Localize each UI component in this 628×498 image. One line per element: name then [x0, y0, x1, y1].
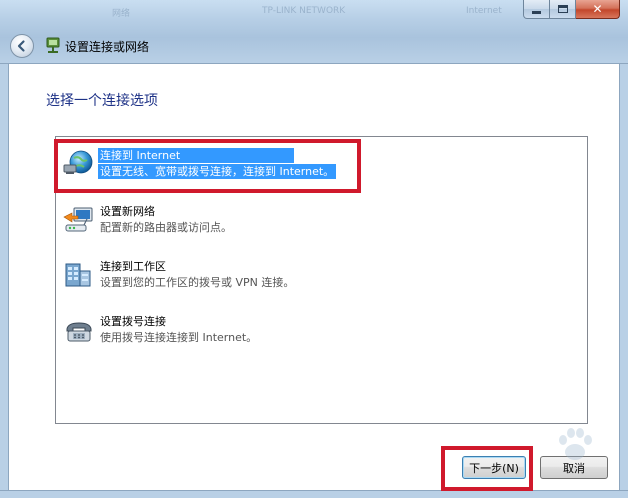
- globe-network-icon: [63, 150, 93, 174]
- option-description: 设置无线、宽带或拨号连接，连接到 Internet。: [98, 164, 337, 179]
- option-connect-internet[interactable]: 连接到 Internet 设置无线、宽带或拨号连接，连接到 Internet。: [60, 143, 360, 187]
- ghost-ssid-label: TP-LINK NETWORK: [262, 6, 346, 16]
- frame-bottom-border: [0, 490, 628, 498]
- option-connect-workplace[interactable]: 连接到工作区 设置到您的工作区的拨号或 VPN 连接。: [60, 254, 360, 298]
- ghost-network-label: 网络: [112, 9, 131, 19]
- option-title: 连接到 Internet: [98, 148, 295, 163]
- option-title: 连接到工作区: [100, 260, 166, 273]
- page-heading: 选择一个连接选项: [46, 93, 158, 109]
- router-icon: [63, 207, 93, 232]
- option-description: 设置到您的工作区的拨号或 VPN 连接。: [100, 276, 295, 289]
- workplace-building-icon: [65, 263, 91, 287]
- option-description: 配置新的路由器或访问点。: [100, 221, 232, 234]
- back-button[interactable]: [10, 34, 34, 58]
- back-arrow-icon: [17, 40, 25, 52]
- next-button[interactable]: 下一步(N): [462, 456, 526, 479]
- option-title: 设置拨号连接: [100, 315, 166, 328]
- option-description: 使用拨号连接连接到 Internet。: [100, 331, 258, 344]
- connection-options-list[interactable]: 连接到 Internet 设置无线、宽带或拨号连接，连接到 Internet。 …: [55, 136, 588, 424]
- maximize-icon: [557, 5, 568, 13]
- maximize-button[interactable]: [550, 0, 576, 19]
- frame-left-border: [0, 64, 8, 498]
- frame-right-border: [620, 64, 628, 498]
- window-title-bar[interactable]: 网络 TP-LINK NETWORK Internet ✕ 设置连接或网络: [0, 0, 628, 64]
- telephone-icon: [66, 322, 92, 342]
- ghost-internet-label: Internet: [466, 6, 502, 16]
- option-setup-dialup[interactable]: 设置拨号连接 使用拨号连接连接到 Internet。: [60, 309, 360, 353]
- caption-buttons: ✕: [523, 0, 620, 19]
- window-title: 设置连接或网络: [65, 40, 150, 54]
- minimize-button[interactable]: [523, 0, 550, 19]
- option-setup-new-network[interactable]: 设置新网络 配置新的路由器或访问点。: [60, 199, 360, 243]
- minimize-icon: [532, 10, 541, 14]
- close-button[interactable]: ✕: [576, 0, 620, 19]
- paw-watermark-icon: [559, 428, 592, 460]
- option-title: 设置新网络: [100, 205, 155, 218]
- network-wizard-icon: [46, 37, 60, 53]
- close-icon: ✕: [592, 2, 603, 16]
